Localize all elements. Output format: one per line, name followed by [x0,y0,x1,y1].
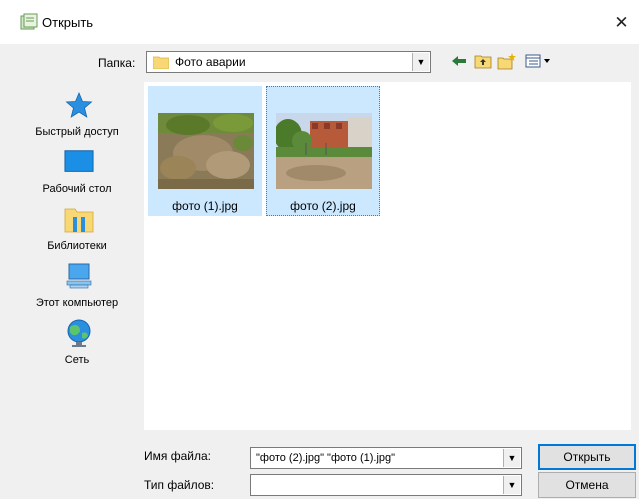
view-menu-button[interactable] [524,52,554,72]
file-item[interactable]: фото (1).jpg [148,86,262,216]
chevron-down-icon[interactable]: ▼ [503,449,520,467]
folder-up-icon [474,53,492,72]
place-desktop[interactable]: Рабочий стол [12,148,142,202]
open-dialog-icon [20,13,38,31]
title-bar: Открыть ✕ [0,0,639,44]
filetype-dropdown[interactable]: ▼ [250,474,522,496]
filename-label: Имя файла: [144,449,211,463]
cancel-button[interactable]: Отмена [538,472,636,498]
open-button[interactable]: Открыть [538,444,636,470]
new-folder-button[interactable] [496,52,518,72]
photo-thumbnail [276,113,372,189]
place-this-pc[interactable]: Этот компьютер [12,262,142,316]
computer-icon [64,262,94,290]
new-folder-icon [497,52,517,73]
folder-dropdown[interactable]: Фото аварии ▼ [146,51,431,73]
place-libraries[interactable]: Библиотеки [12,205,142,259]
libraries-icon [64,205,94,233]
dialog-body: Папка: Фото аварии ▼ Быстрый доступ Рабо… [0,44,639,499]
place-label: Быстрый доступ [35,126,119,138]
place-quick-access[interactable]: Быстрый доступ [12,91,142,145]
place-label: Рабочий стол [42,183,112,195]
window-title: Открыть [42,15,94,30]
folder-label: Папка: [98,56,136,70]
close-button[interactable]: ✕ [604,8,639,38]
filetype-label: Тип файлов: [144,478,215,492]
back-button[interactable] [448,52,470,72]
place-label: Библиотеки [47,240,107,252]
desktop-icon [64,148,94,176]
place-network[interactable]: Сеть [12,319,142,373]
file-name: фото (1).jpg [172,199,238,213]
file-name: фото (2).jpg [290,199,356,213]
chevron-down-icon[interactable]: ▼ [412,53,429,71]
cancel-button-label: Отмена [565,478,609,492]
up-folder-button[interactable] [472,52,494,72]
filename-input[interactable]: "фото (2).jpg" "фото (1).jpg" ▼ [250,447,522,469]
places-bar: Быстрый доступ Рабочий стол Библиотеки Э… [12,81,142,431]
chevron-down-icon[interactable]: ▼ [503,476,520,494]
file-item[interactable]: фото (2).jpg [266,86,380,216]
file-list[interactable]: фото (1).jpg фото (2).jpg [144,82,631,430]
open-button-label: Открыть [563,450,611,464]
folder-value: Фото аварии [175,55,246,69]
arrow-left-icon [451,54,467,71]
folder-icon [152,55,170,70]
close-icon: ✕ [614,13,629,32]
filename-value: "фото (2).jpg" "фото (1).jpg" [256,452,396,464]
view-list-icon [525,54,553,71]
photo-thumbnail [158,113,254,189]
place-label: Сеть [64,354,90,366]
place-label: Этот компьютер [35,297,119,309]
network-globe-icon [64,319,94,347]
star-icon [64,91,94,119]
